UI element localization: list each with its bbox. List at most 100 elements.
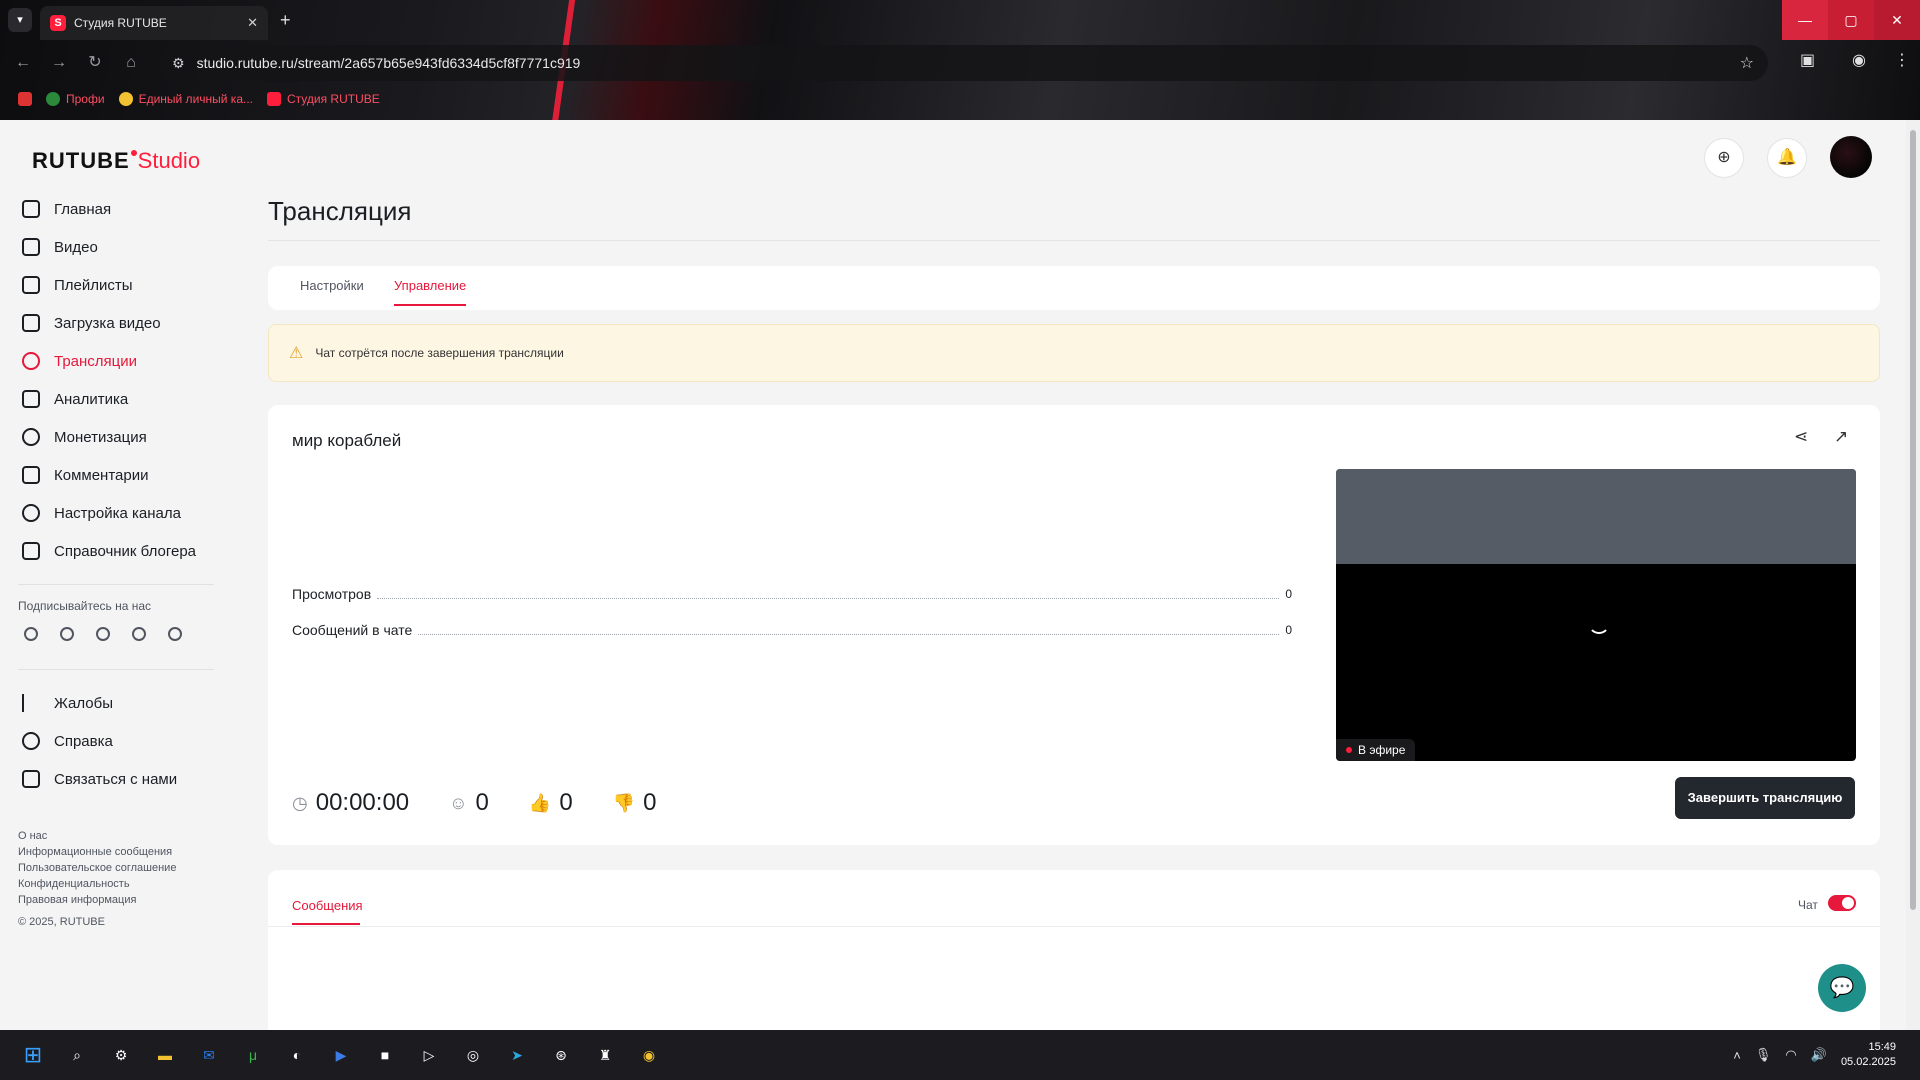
file-explorer-icon[interactable]: ▬ (148, 1038, 182, 1072)
telegram-icon[interactable] (96, 627, 110, 641)
end-stream-button[interactable]: Завершить трансляцию (1675, 777, 1855, 819)
close-window-icon[interactable]: ✕ (1874, 0, 1920, 40)
video-player[interactable]: В эфире (1336, 469, 1856, 761)
chat-toggle-label: Чат (1798, 898, 1818, 912)
sidebar-item-video[interactable]: Видео (0, 228, 220, 266)
rutube-favicon-icon: S (50, 15, 66, 31)
tab-messages[interactable]: Сообщения (292, 898, 363, 913)
sidebar-item-analytics[interactable]: Аналитика (0, 380, 220, 418)
bookmark-star-icon[interactable]: ☆ (1740, 53, 1754, 73)
new-tab-icon[interactable]: + (280, 10, 291, 31)
browser-menu-icon[interactable]: ⋮ (1894, 50, 1910, 70)
sidebar-item-home[interactable]: Главная (0, 190, 220, 228)
sidebar-item-comments[interactable]: Комментарии (0, 456, 220, 494)
browser-tab[interactable]: S Студия RUTUBE ✕ (40, 6, 268, 40)
sidebar-item-contact[interactable]: Связаться с нами (0, 760, 220, 798)
close-tab-icon[interactable]: ✕ (247, 15, 258, 31)
list-icon (22, 276, 40, 294)
sidebar-item-monetization[interactable]: Монетизация (0, 418, 220, 456)
footer-link[interactable]: О нас (18, 828, 220, 844)
chat-card: Сообщения Чат (268, 870, 1880, 1030)
sidebar-item-upload[interactable]: Загрузка видео (0, 304, 220, 342)
ruble-icon (22, 428, 40, 446)
footer-link[interactable]: Пользовательское соглашение (18, 860, 220, 876)
analytics-icon (22, 390, 40, 408)
sidebar-item-playlists[interactable]: Плейлисты (0, 266, 220, 304)
address-bar[interactable]: ⚙ studio.rutube.ru/stream/2a657b65e943fd… (158, 45, 1768, 81)
outlook-icon[interactable]: ✉ (192, 1038, 226, 1072)
chrome-icon[interactable]: ◉ (632, 1038, 666, 1072)
windows-start-icon[interactable]: ⊞ (16, 1038, 50, 1072)
bookmark-item[interactable]: Профи (46, 92, 105, 106)
avatar[interactable] (1830, 136, 1872, 178)
media-player-icon[interactable]: ▷ (412, 1038, 446, 1072)
sidebar-item-label: Монетизация (54, 428, 147, 446)
volume-icon[interactable]: 🔊 (1811, 1047, 1827, 1063)
logo-studio-text: Studio (137, 148, 201, 173)
chat-toggle[interactable] (1828, 895, 1856, 911)
search-icon[interactable]: ⌕ (60, 1038, 94, 1072)
clock[interactable]: 15:49 05.02.2025 (1841, 1040, 1896, 1070)
game-app-icon[interactable]: ♜ (588, 1038, 622, 1072)
remote-desktop-icon[interactable]: ▶ (324, 1038, 358, 1072)
tab-search-icon[interactable]: ▾ (8, 8, 32, 32)
windows-taskbar: ⊞ ⌕ ⚙ ▬ ✉ μ ◐ ▶ ■ ▷ ◎ ➤ ⊛ ♜ ◉ ˄ 🎙 ◠ 🔊 15… (0, 1030, 1920, 1080)
microphone-icon[interactable]: 🎙 (1755, 1047, 1772, 1063)
settings-icon[interactable]: ⚙ (104, 1038, 138, 1072)
logo-rutube-text: RUTUBE (32, 148, 130, 173)
create-icon[interactable]: ⊕ (1704, 138, 1744, 178)
dotted-leader (377, 597, 1280, 599)
site-info-icon[interactable]: ⚙ (172, 55, 185, 72)
profile-icon[interactable]: ◉ (1852, 50, 1866, 70)
wifi-icon[interactable]: ◠ (1785, 1047, 1796, 1063)
share-icon[interactable]: ⋖ (1794, 427, 1808, 447)
telegram-icon[interactable]: ➤ (500, 1038, 534, 1072)
back-icon[interactable]: ← (10, 50, 36, 76)
ok-icon[interactable] (60, 627, 74, 641)
forward-icon[interactable]: → (46, 50, 72, 76)
user-icon: ☺ (449, 792, 468, 813)
viber-icon[interactable] (132, 627, 146, 641)
reload-icon[interactable]: ↻ (82, 50, 108, 76)
steam-icon[interactable]: ◐ (280, 1038, 314, 1072)
apps-grid-icon[interactable] (18, 92, 32, 106)
stream-metrics: ◷ 00:00:00 ☺ 0 👍 0 👎 0 (292, 789, 656, 817)
bookmark-item[interactable]: Единый личный ка... (118, 92, 253, 106)
sidebar-item-complaints[interactable]: Жалобы (0, 684, 220, 722)
tab-management[interactable]: Управление (394, 278, 466, 293)
sidebar-item-label: Видео (54, 238, 98, 256)
dotted-leader (418, 633, 1280, 635)
open-external-icon[interactable]: ↗ (1834, 427, 1848, 447)
rutube-studio-logo[interactable]: RUTUBE Studio (32, 148, 200, 174)
chat-warning-banner: ⚠ Чат сотрётся после завершения трансляц… (268, 324, 1880, 382)
bookmark-item[interactable]: Студия RUTUBE (267, 92, 380, 106)
page-scrollbar[interactable] (1906, 120, 1920, 1030)
footer-link[interactable]: Конфиденциальность (18, 876, 220, 892)
home-icon[interactable]: ⌂ (118, 50, 144, 76)
footer-link[interactable]: Информационные сообщения (18, 844, 220, 860)
sidebar-item-channel-settings[interactable]: Настройка канала (0, 494, 220, 532)
minimize-icon[interactable]: — (1782, 0, 1828, 40)
tab-settings[interactable]: Настройки (300, 278, 364, 293)
scrollbar-thumb[interactable] (1910, 130, 1916, 910)
page-title: Трансляция (268, 196, 412, 226)
vk-icon[interactable] (24, 627, 38, 641)
support-chat-icon[interactable]: 💬 (1818, 964, 1866, 1012)
warning-text: Чат сотрётся после завершения трансляции (315, 346, 564, 360)
url-text[interactable]: studio.rutube.ru/stream/2a657b65e943fd63… (197, 55, 1728, 71)
more-icon[interactable] (168, 627, 182, 641)
footer-link[interactable]: Правовая информация (18, 892, 220, 908)
sidebar-item-help[interactable]: Справка (0, 722, 220, 760)
stream-title: мир кораблей (292, 431, 402, 450)
obs-icon[interactable]: ◎ (456, 1038, 490, 1072)
extension-icon[interactable]: ▣ (1800, 50, 1815, 70)
sidebar-item-streams[interactable]: Трансляции (0, 342, 220, 380)
bell-icon[interactable]: 🔔 (1767, 138, 1807, 178)
epic-games-icon[interactable]: ■ (368, 1038, 402, 1072)
maximize-icon[interactable]: ▢ (1828, 0, 1874, 40)
chevron-up-icon[interactable]: ˄ (1733, 1048, 1741, 1063)
obs-studio-icon[interactable]: ⊛ (544, 1038, 578, 1072)
utorrent-icon[interactable]: μ (236, 1038, 270, 1072)
live-dot-icon (1346, 747, 1352, 753)
sidebar-item-blogger-guide[interactable]: Справочник блогера (0, 532, 220, 570)
